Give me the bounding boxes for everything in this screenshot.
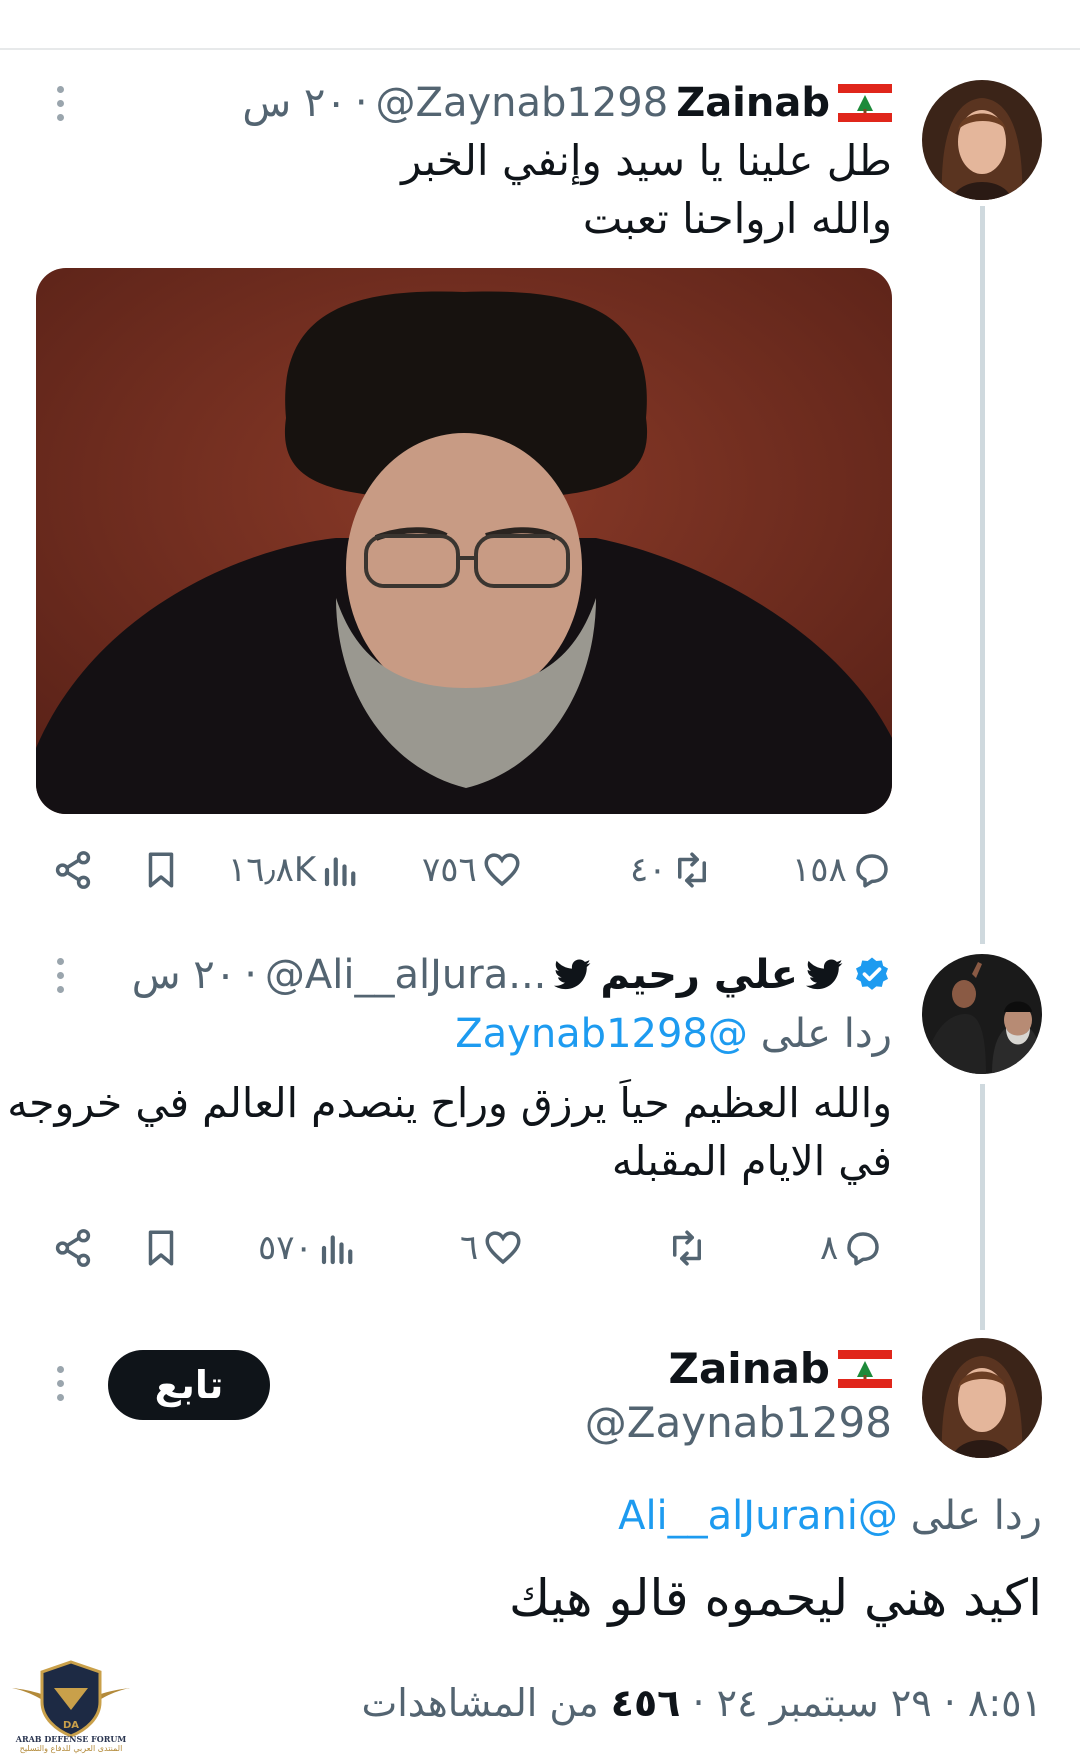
share-icon xyxy=(55,1229,91,1267)
tweet2-time[interactable]: ٢٠ س xyxy=(132,950,237,1000)
reply-icon xyxy=(856,854,888,888)
like-icon xyxy=(485,1231,521,1265)
tweet2-likes: ٦ xyxy=(460,1228,479,1268)
thread-connector-1 xyxy=(980,206,985,944)
tweet1-views: ١٦٫٨K xyxy=(228,850,317,890)
main-date[interactable]: ٢٩ سبتمبر ٢٤ xyxy=(717,1681,932,1725)
logo-brand: ARAB DEFENSE FORUM xyxy=(15,1734,127,1744)
bird-icon xyxy=(554,959,591,990)
tweet1-actions: ١٦٫٨K ٧٥٦ ٤٠ ١٥٨ xyxy=(40,840,900,900)
main-name-row: Zainab xyxy=(669,1344,892,1394)
tweet2-header: علي رحيم @Ali__alJura... · ٢٠ س xyxy=(132,950,892,1000)
tweet1-likes: ٧٥٦ xyxy=(422,850,477,890)
main-time[interactable]: ٨:٥١ xyxy=(968,1681,1042,1725)
top-divider xyxy=(0,48,1080,50)
tweet2-reply-prefix: ردا على xyxy=(760,1011,892,1057)
tweet1-name[interactable]: Zainab xyxy=(676,78,830,128)
logo-arabic: المنتدى العربي للدفاع والتسليح xyxy=(19,1744,123,1753)
like-button[interactable]: ٧٥٦ xyxy=(422,840,523,900)
main-handle-row: @Zaynab1298 xyxy=(585,1398,892,1448)
arab-defense-forum-logo: DA ARAB DEFENSE FORUM المنتدى العربي للد… xyxy=(8,1648,134,1756)
more-icon[interactable] xyxy=(50,1366,70,1401)
tweet1-line-1: طل علينا يا سيد وإنفي الخبر xyxy=(401,136,892,185)
retweet-icon xyxy=(677,852,706,888)
tweet2-views: ٥٧٠ xyxy=(258,1228,313,1268)
bookmark-icon xyxy=(148,852,174,888)
tweet2-reply-to-link[interactable]: @Zaynab1298 xyxy=(455,1011,748,1057)
share-button[interactable] xyxy=(52,1218,94,1278)
reply-button[interactable]: ٨ xyxy=(820,1218,884,1278)
logo-mark: DA xyxy=(63,1720,79,1731)
views-button[interactable]: ١٦٫٨K xyxy=(228,840,362,900)
tweet1-replies: ١٥٨ xyxy=(792,850,847,890)
tweet1-time[interactable]: ٢٠ س xyxy=(242,78,347,128)
tweet2-line-1: والله العظيم حياَ يرزق وراح ينصدم العالم… xyxy=(7,1079,892,1127)
main-views-count[interactable]: ٤٥٦ xyxy=(611,1681,681,1725)
share-button[interactable] xyxy=(52,840,94,900)
tweet1-header: Zainab @Zaynab1298 · ٢٠ س xyxy=(242,78,892,128)
avatar-ali[interactable] xyxy=(922,954,1042,1074)
main-name[interactable]: Zainab xyxy=(669,1344,831,1394)
more-icon[interactable] xyxy=(50,86,70,121)
main-meta-sep2: · xyxy=(692,1681,705,1725)
retweet-button[interactable]: ٤٠ xyxy=(630,840,713,900)
bookmark-button[interactable] xyxy=(140,1218,182,1278)
views-icon xyxy=(321,1235,353,1265)
tweet2-text: والله العظيم حياَ يرزق وراح ينصدم العالم… xyxy=(7,1074,892,1190)
tweet2-line-2: في الايام المقبله xyxy=(611,1137,892,1185)
main-meta: ٨:٥١ · ٢٩ سبتمبر ٢٤ · ٤٥٦ من المشاهدات xyxy=(361,1678,1042,1728)
more-icon[interactable] xyxy=(50,958,70,993)
tweet2-replies: ٨ xyxy=(820,1228,839,1268)
tweet2-handle[interactable]: @Ali__alJura... xyxy=(265,950,546,1000)
bookmark-button[interactable] xyxy=(140,840,182,900)
main-reply-to-link[interactable]: @Ali__alJurani xyxy=(618,1493,898,1539)
tweet1-line-2: والله ارواحنا تعبت xyxy=(582,194,892,243)
share-icon xyxy=(55,851,91,889)
tweet1-image[interactable] xyxy=(36,268,892,814)
tweet1-sep: · xyxy=(354,80,368,126)
reply-icon xyxy=(847,1232,880,1266)
tweet2-name[interactable]: علي رحيم xyxy=(600,950,798,1000)
bird-icon xyxy=(806,959,843,990)
avatar-zainab-main[interactable] xyxy=(922,1338,1042,1458)
verified-badge-icon xyxy=(856,957,888,990)
main-meta-sep1: · xyxy=(943,1681,956,1725)
like-button[interactable]: ٦ xyxy=(460,1218,524,1278)
main-replying-to: ردا على @Ali__alJurani xyxy=(618,1490,1042,1542)
avatar-zainab-1[interactable] xyxy=(922,80,1042,200)
main-reply-prefix: ردا على xyxy=(910,1493,1042,1539)
views-icon xyxy=(325,857,356,887)
tweet1-handle[interactable]: @Zaynab1298 xyxy=(376,78,669,128)
tweet1-text: طل علينا يا سيد وإنفي الخبر والله ارواحن… xyxy=(401,132,892,248)
tweet2-actions: ٥٧٠ ٦ ٨ xyxy=(40,1218,900,1278)
thread-connector-2 xyxy=(980,1084,985,1330)
bookmark-icon xyxy=(148,1230,174,1266)
like-icon xyxy=(484,853,520,887)
tweet1-retweets: ٤٠ xyxy=(630,850,667,890)
retweet-icon xyxy=(673,1230,701,1266)
retweet-button[interactable] xyxy=(662,1218,708,1278)
tweet2-replying-to: ردا على @Zaynab1298 xyxy=(455,1008,892,1060)
lebanon-flag-icon xyxy=(838,1350,892,1388)
main-text: اكيد هني ليحموه قالو هيك xyxy=(508,1569,1042,1627)
main-handle[interactable]: @Zaynab1298 xyxy=(585,1398,892,1448)
lebanon-flag-icon xyxy=(838,84,892,122)
views-button[interactable]: ٥٧٠ xyxy=(258,1218,359,1278)
tweet2-sep: · xyxy=(244,952,257,998)
reply-button[interactable]: ١٥٨ xyxy=(792,840,893,900)
follow-button[interactable]: تابع xyxy=(108,1350,270,1420)
main-views-label: من المشاهدات xyxy=(361,1681,599,1725)
